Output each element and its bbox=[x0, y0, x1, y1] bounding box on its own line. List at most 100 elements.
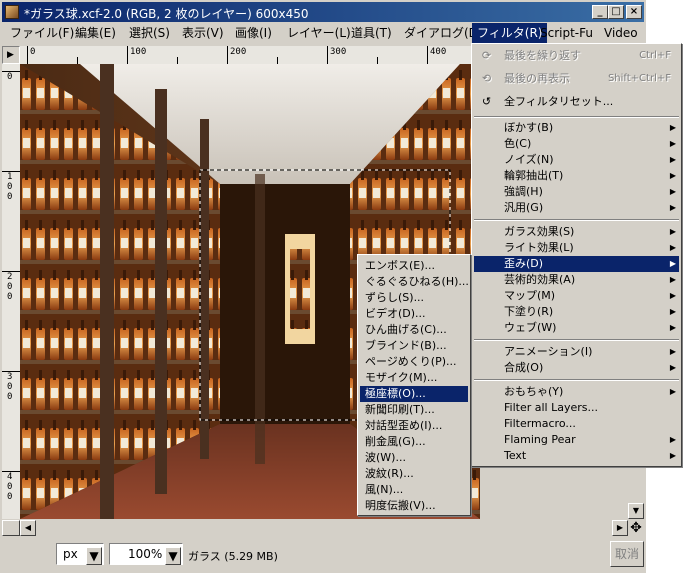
submenu-arrow-icon: ▶ bbox=[669, 243, 676, 252]
horizontal-ruler[interactable]: 0 100 200 300 400 bbox=[20, 46, 480, 65]
menu-script-fu[interactable]: Script-Fu bbox=[535, 23, 598, 43]
menu-item-waves[interactable]: 波(W)... bbox=[360, 450, 468, 466]
menu-item-text[interactable]: Text ▶ bbox=[474, 448, 679, 464]
menu-item-reset-all[interactable]: ↺ 全フィルタリセット... bbox=[474, 94, 679, 110]
menu-item-engrave[interactable]: 削金風(G)... bbox=[360, 434, 468, 450]
menu-item-whirl-pinch[interactable]: ぐるぐるひねる(H)... bbox=[360, 274, 469, 290]
submenu-arrow-icon: ▶ bbox=[669, 291, 676, 300]
ruler-major-tick bbox=[227, 46, 228, 64]
cancel-button[interactable]: 取消 bbox=[610, 541, 644, 567]
chevron-down-icon[interactable]: ▼ bbox=[86, 547, 102, 565]
menu-video[interactable]: Video bbox=[599, 23, 643, 43]
menu-file[interactable]: ファイル(F) bbox=[5, 23, 79, 43]
zoom-value: 100% bbox=[128, 547, 163, 561]
menu-item-generic[interactable]: 汎用(G) ▶ bbox=[474, 200, 679, 216]
menu-item-enhance[interactable]: 強調(H) ▶ bbox=[474, 184, 679, 200]
menu-item-shift[interactable]: ずらし(S)... bbox=[360, 290, 468, 306]
menu-item-filtermacro[interactable]: Filtermacro... bbox=[474, 416, 679, 432]
unit-value: px bbox=[63, 547, 78, 561]
menu-separator bbox=[474, 116, 679, 118]
menu-item-ripple[interactable]: 波紋(R)... bbox=[360, 466, 468, 482]
menu-item-flaming-pear[interactable]: Flaming Pear ▶ bbox=[474, 432, 679, 448]
scroll-left-button[interactable]: ◀ bbox=[20, 520, 36, 536]
filters-menu: ⟳ 最後を繰り返す Ctrl+F ⟲ 最後の再表示 Shift+Ctrl+F ↺… bbox=[471, 43, 682, 467]
quick-mask-toggle[interactable] bbox=[2, 520, 20, 536]
ruler-corner-button[interactable]: ▶ bbox=[2, 46, 20, 64]
ruler-label: 0 bbox=[7, 72, 13, 82]
ruler-major-tick bbox=[27, 46, 28, 64]
menu-item-value-propagate[interactable]: 明度伝搬(V)... bbox=[360, 498, 468, 514]
window-title: *ガラス球.xcf-2.0 (RGB, 2 枚のレイヤー) 600x450 bbox=[24, 7, 309, 21]
menu-item-glass-effects[interactable]: ガラス効果(S) ▶ bbox=[474, 224, 679, 240]
image-thumbnail-icon bbox=[5, 5, 19, 19]
menu-item-distorts[interactable]: 歪み(D) ▶ bbox=[474, 256, 679, 272]
zoom-select[interactable]: 100% ▼ bbox=[109, 543, 183, 565]
close-button[interactable]: × bbox=[626, 5, 642, 19]
reshow-last-icon: ⟲ bbox=[481, 72, 492, 85]
ruler-label: 300 bbox=[7, 372, 13, 402]
menu-item-map[interactable]: マップ(M) ▶ bbox=[474, 288, 679, 304]
menu-item-blur[interactable]: ぼかす(B) ▶ bbox=[474, 120, 679, 136]
ruler-label: 300 bbox=[330, 47, 347, 57]
menu-item-curve-bend[interactable]: ひん曲げる(C)... bbox=[360, 322, 468, 338]
ruler-minor-tick bbox=[377, 57, 378, 64]
menu-item-page-curl[interactable]: ページめくり(P)... bbox=[360, 354, 468, 370]
submenu-arrow-icon: ▶ bbox=[669, 275, 676, 284]
menu-item-animation[interactable]: アニメーション(I) ▶ bbox=[474, 344, 679, 360]
status-bar: px ▼ 100% ▼ ガラス (5.29 MB) 取消 bbox=[0, 538, 646, 571]
menu-item-blinds[interactable]: ブラインド(B)... bbox=[360, 338, 468, 354]
menu-item-newsprint[interactable]: 新聞印刷(T)... bbox=[360, 402, 468, 418]
menu-item-repeat-last[interactable]: ⟳ 最後を繰り返す Ctrl+F bbox=[474, 48, 679, 64]
menu-select[interactable]: 選択(S) bbox=[124, 23, 175, 43]
ruler-major-tick bbox=[127, 46, 128, 64]
menu-item-iwarp[interactable]: 対話型歪め(I)... bbox=[360, 418, 468, 434]
reset-all-icon: ↺ bbox=[481, 95, 492, 108]
menu-item-video[interactable]: ビデオ(D)... bbox=[360, 306, 468, 322]
menu-item-reshow-last[interactable]: ⟲ 最後の再表示 Shift+Ctrl+F bbox=[474, 71, 679, 87]
scroll-down-button[interactable]: ▼ bbox=[628, 503, 644, 519]
menu-item-wind[interactable]: 風(N)... bbox=[360, 482, 468, 498]
menu-item-combine[interactable]: 合成(O) ▶ bbox=[474, 360, 679, 376]
menu-layer[interactable]: レイヤー(L) bbox=[282, 23, 356, 43]
submenu-arrow-icon: ▶ bbox=[669, 307, 676, 316]
ruler-minor-tick bbox=[177, 57, 178, 64]
submenu-arrow-icon: ▶ bbox=[669, 227, 676, 236]
chevron-down-icon[interactable]: ▼ bbox=[165, 547, 181, 565]
menu-item-noise[interactable]: ノイズ(N) ▶ bbox=[474, 152, 679, 168]
menu-bar: ファイル(F) 編集(E) 選択(S) 表示(V) 画像(I) レイヤー(L) … bbox=[2, 23, 644, 43]
menu-item-toys[interactable]: おもちゃ(Y) ▶ bbox=[474, 384, 679, 400]
submenu-arrow-icon: ▶ bbox=[669, 171, 676, 180]
menu-item-colors[interactable]: 色(C) ▶ bbox=[474, 136, 679, 152]
menu-image[interactable]: 画像(I) bbox=[230, 23, 277, 43]
horizontal-scrollbar[interactable]: ◀ ▶ bbox=[20, 520, 628, 536]
menu-item-light-effects[interactable]: ライト効果(L) ▶ bbox=[474, 240, 679, 256]
menu-separator bbox=[474, 339, 679, 341]
menu-item-render[interactable]: 下塗り(R) ▶ bbox=[474, 304, 679, 320]
menu-item-artistic[interactable]: 芸術的効果(A) ▶ bbox=[474, 272, 679, 288]
menu-item-edge-detect[interactable]: 輪郭抽出(T) ▶ bbox=[474, 168, 679, 184]
repeat-last-icon: ⟳ bbox=[481, 49, 492, 62]
ruler-major-tick bbox=[427, 46, 428, 64]
minimize-button[interactable]: _ bbox=[592, 5, 608, 19]
status-text: ガラス (5.29 MB) bbox=[188, 550, 278, 563]
ruler-label: 200 bbox=[230, 47, 247, 57]
maximize-button[interactable]: □ bbox=[608, 5, 624, 19]
navigate-icon[interactable]: ✥ bbox=[628, 520, 644, 536]
submenu-arrow-icon: ▶ bbox=[669, 435, 676, 444]
menu-edit[interactable]: 編集(E) bbox=[70, 23, 121, 43]
submenu-arrow-icon: ▶ bbox=[669, 259, 676, 268]
menu-item-filter-all-layers[interactable]: Filter all Layers... bbox=[474, 400, 679, 416]
menu-item-polar-coords[interactable]: 極座標(O)... bbox=[360, 386, 468, 402]
menu-item-emboss[interactable]: エンボス(E)... bbox=[360, 258, 468, 274]
menu-separator bbox=[474, 219, 679, 221]
menu-tools[interactable]: 道具(T) bbox=[346, 23, 397, 43]
menu-view[interactable]: 表示(V) bbox=[177, 23, 229, 43]
scroll-right-button[interactable]: ▶ bbox=[612, 520, 628, 536]
vertical-ruler[interactable]: 0 100 200 300 400 bbox=[2, 64, 21, 519]
unit-select[interactable]: px ▼ bbox=[56, 543, 104, 565]
submenu-arrow-icon: ▶ bbox=[669, 347, 676, 356]
menu-item-mosaic[interactable]: モザイク(M)... bbox=[360, 370, 468, 386]
submenu-arrow-icon: ▶ bbox=[669, 155, 676, 164]
menu-item-web[interactable]: ウェブ(W) ▶ bbox=[474, 320, 679, 336]
title-bar[interactable]: *ガラス球.xcf-2.0 (RGB, 2 枚のレイヤー) 600x450 _ … bbox=[2, 2, 644, 22]
